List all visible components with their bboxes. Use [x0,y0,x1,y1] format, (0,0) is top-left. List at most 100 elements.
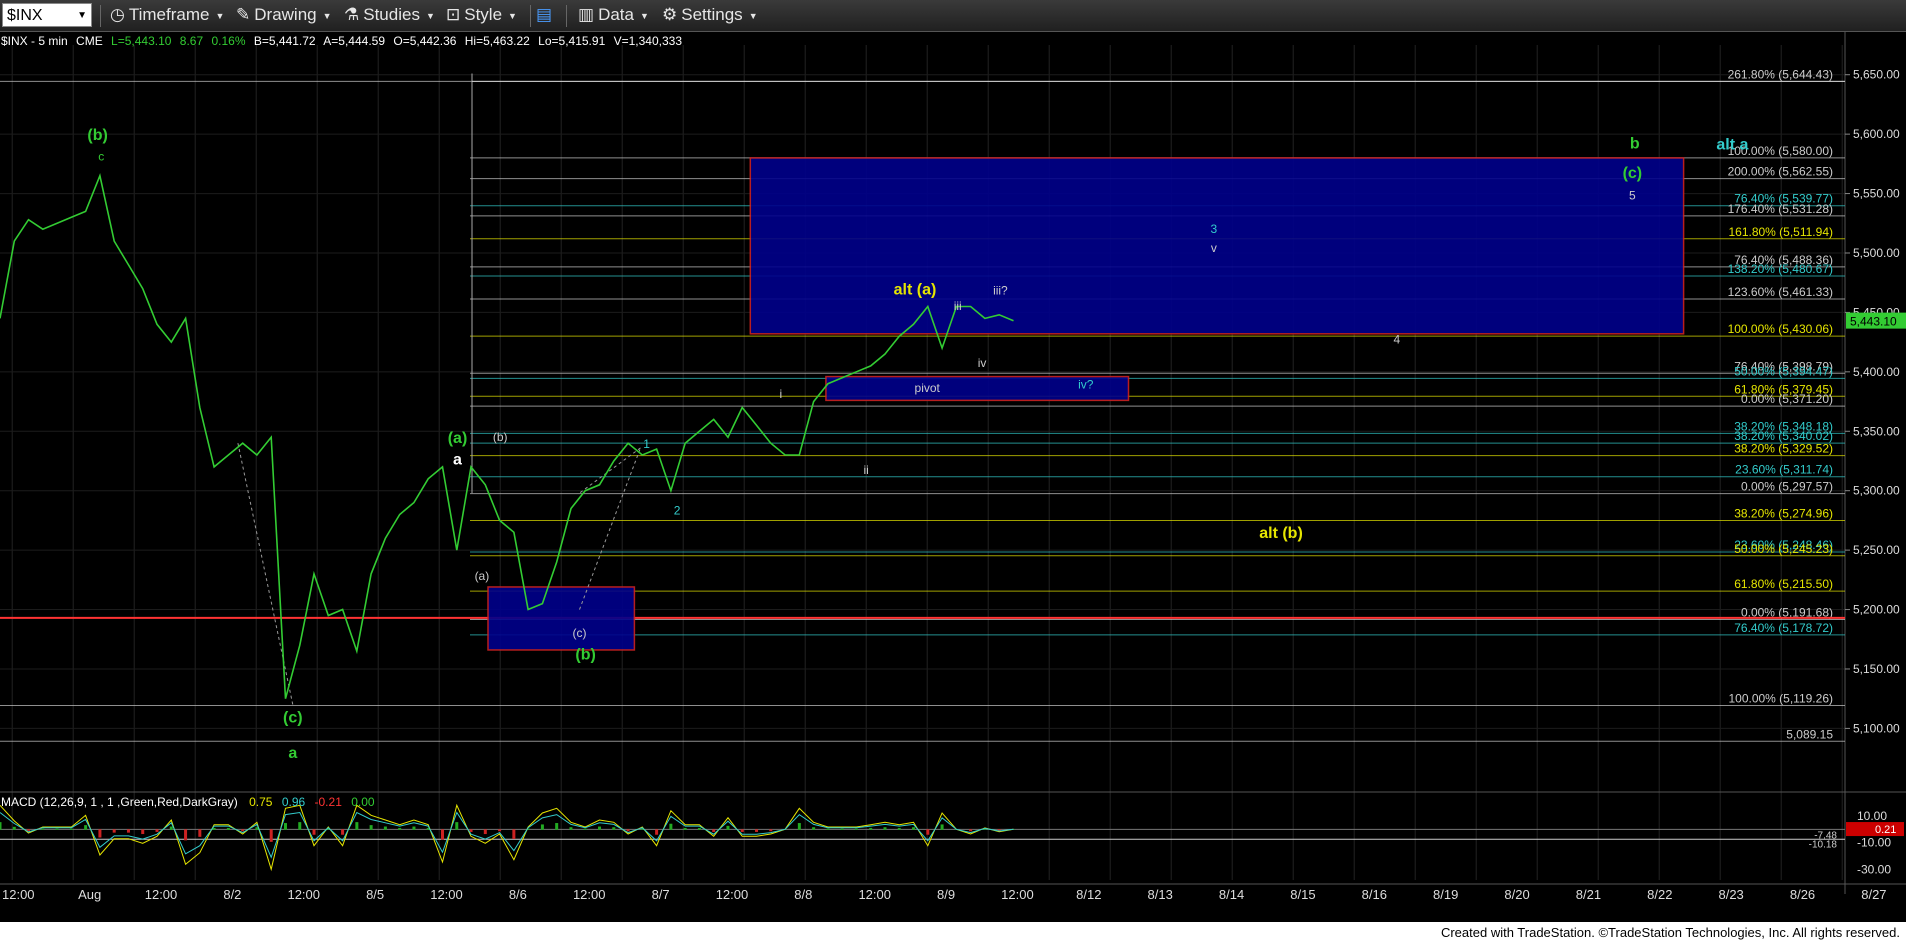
settings-menu[interactable]: ⚙ Settings ▼ [662,4,758,26]
wave-label: ii [864,463,869,477]
macd-histogram-bar [583,828,587,830]
wave-label: alt (a) [894,282,937,299]
macd-histogram-bar [440,829,444,840]
y-axis-tick-label: 5,550.00 [1853,187,1900,201]
fib-level-label: 50.00% (5,245.23) [1734,542,1833,556]
macd-histogram-bar [869,827,873,830]
macd-histogram-bar [755,829,759,832]
macd-histogram-bar [112,829,116,833]
y-axis-tick-label: 5,400.00 [1853,365,1900,379]
wave-label: (b) [575,646,595,663]
y-axis-tick-label: 5,600.00 [1853,127,1900,141]
y-axis-tick-label: 5,350.00 [1853,424,1900,438]
wave-label: iii [954,299,962,313]
fib-level-label: 261.80% (5,644.43) [1728,67,1833,81]
x-axis-tick-label: 8/20 [1504,887,1529,902]
macd-histogram-bar [312,829,316,835]
wave-label: alt (b) [1259,525,1303,542]
data-menu[interactable]: ▥ Data ▼ [578,4,649,26]
style-menu[interactable]: ⊡ Style ▼ [446,4,517,26]
drawing-menu[interactable]: ✎ Drawing ▼ [236,4,332,26]
x-axis-tick-label: 12:00 [858,887,891,902]
info-open: O=5,442.36 [393,34,457,48]
toolbar-divider [566,5,567,27]
macd-info-line: MACD (12,26,9, 1 , 1 ,Green,Red,DarkGray… [1,795,375,809]
macd-histogram-bar [712,829,716,832]
macd-histogram-bar [697,827,701,830]
wave-label: (a) [475,569,490,583]
macd-value-2: 0.96 [281,795,306,809]
macd-line [0,803,1014,872]
macd-histogram-bar [612,827,616,830]
fib-level-label: 38.20% (5,274.96) [1734,506,1833,520]
macd-histogram-bar [769,829,773,832]
y-axis-tick-label: 5,100.00 [1853,721,1900,735]
x-axis-tick-label: Aug [78,887,101,902]
macd-histogram-bar [840,828,844,830]
macd-axis-label: 10.00 [1857,809,1887,823]
macd-histogram-bar [198,829,202,837]
fib-level-label: 100.00% (5,119.26) [1728,692,1833,706]
style-icon: ⊡ [446,5,461,24]
fib-level-label: 50.00% (5,394.47) [1734,364,1833,378]
data-label: Data [598,5,634,24]
info-volume: V=1,340,333 [613,34,682,48]
macd-histogram-bar [355,822,359,830]
layout-button[interactable]: ▤ [536,4,556,26]
macd-histogram-bar [184,829,188,841]
macd-histogram-bar [683,827,687,830]
chevron-down-icon: ▼ [508,10,517,21]
x-axis-tick-label: 8/9 [937,887,955,902]
wave-label: i [779,387,782,401]
studies-menu[interactable]: ⚗ Studies ▼ [344,4,435,26]
trend-line [579,447,641,610]
wave-label: (b) [87,127,107,144]
flask-icon: ⚗ [344,5,360,24]
macd-histogram-bar [940,824,944,830]
macd-histogram-bar [555,823,559,830]
x-axis-tick-label: 8/21 [1576,887,1601,902]
wave-label: b [1630,135,1640,152]
x-axis-tick-label: 8/15 [1290,887,1315,902]
chevron-down-icon: ▼ [425,10,435,21]
macd-histogram-bar [383,826,387,830]
wave-label: (c) [1623,165,1643,182]
fib-level-label: 176.40% (5,531.28) [1728,202,1833,216]
x-axis-tick-label: 8/12 [1076,887,1101,902]
fib-level-label: 0.00% (5,371.20) [1741,392,1833,406]
settings-label: Settings [681,5,743,24]
macd-histogram-bar [269,829,273,842]
fib-level-label: 76.40% (5,178.72) [1734,621,1833,635]
x-axis-tick-label: 12:00 [287,887,320,902]
macd-histogram-bar [512,829,516,839]
fib-level-label: 0.00% (5,297.57) [1741,480,1833,494]
chevron-down-icon: ▼ [215,10,225,21]
macd-histogram-bar [626,829,630,832]
x-axis-tick-label: 8/7 [652,887,670,902]
macd-histogram-bar [540,824,544,830]
info-symbol: $INX - 5 min [1,34,68,48]
y-axis-tick-label: 5,150.00 [1853,662,1900,676]
macd-value-1: 0.75 [249,795,273,809]
macd-histogram-bar [412,826,416,830]
macd-histogram-bar [498,829,502,832]
price-chart[interactable]: 261.80% (5,644.43)100.00% (5,580.00)200.… [0,31,1906,922]
macd-histogram-bar [283,823,287,830]
macd-histogram-bar [897,827,901,830]
current-price-label: 5,443.10 [1850,315,1897,329]
symbol-selector[interactable]: $INX ▼ [2,3,92,27]
symbol-value: $INX [7,7,43,24]
info-high: Hi=5,463.22 [464,34,530,48]
fib-level-label: 23.60% (5,311.74) [1735,463,1833,477]
x-axis-tick-label: 8/8 [794,887,812,902]
macd-histogram-bar [41,828,45,830]
macd-histogram-bar [398,827,402,830]
macd-signal-line [0,811,1014,859]
y-axis-tick-label: 5,250.00 [1853,543,1900,557]
macd-histogram-bar [569,827,573,830]
timeframe-menu[interactable]: ◷ Timeframe ▼ [110,4,224,26]
macd-histogram-bar [854,828,858,830]
fib-level-label: 138.20% (5,480.67) [1728,262,1833,276]
wave-label: 5 [1629,189,1636,203]
macd-histogram-bar [12,826,16,830]
